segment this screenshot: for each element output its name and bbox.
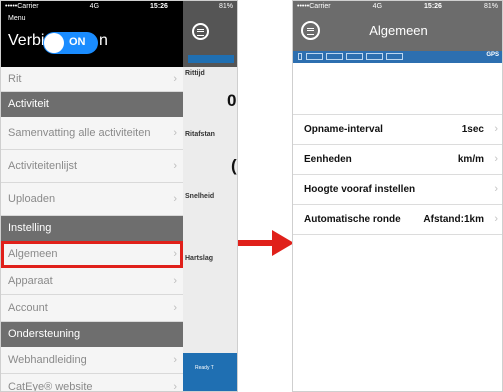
chevron-right-icon: › (494, 183, 498, 195)
clock: 15:26 (150, 3, 168, 10)
menu-item-rit[interactable]: Rit › (1, 67, 183, 92)
menu-section-instelling: Instelling (1, 216, 183, 241)
network-label: 4G (372, 3, 383, 10)
menu-item-label: Ondersteuning (8, 328, 81, 340)
setting-row-opname-interval[interactable]: Opname-interval 1sec › (293, 115, 502, 145)
setting-row-hoogte-vooraf-instellen[interactable]: Hoogte vooraf instellen › (293, 175, 502, 205)
chevron-right-icon: › (494, 153, 498, 165)
bluetooth-icon (298, 53, 302, 60)
carrier-label: •••••Carrier (297, 3, 331, 10)
chevron-right-icon: › (173, 160, 177, 172)
menu-item-label: Algemeen (8, 248, 58, 260)
gps-label: GPS (486, 52, 499, 58)
status-bar: •••••Carrier 4G 15:26 81% (1, 1, 237, 12)
status-bar: •••••Carrier 4G 15:26 81% (293, 1, 502, 12)
menu-item-label: Instelling (8, 222, 52, 234)
page-title: Algemeen (369, 23, 428, 38)
menu-item-label: Account (8, 302, 48, 314)
clock: 15:26 (424, 3, 442, 10)
verbinding-label-tail: n (99, 32, 108, 49)
menu-section-ondersteuning: Ondersteuning (1, 322, 183, 347)
sensor-strip: GPS (293, 51, 502, 63)
sensor-chip-icon (326, 53, 343, 60)
sensor-chip-icon (386, 53, 403, 60)
chevron-right-icon: › (173, 73, 177, 85)
dashboard-background: Rittijd 0: Ritafstan ( Snelheid Hartslag… (183, 1, 237, 391)
battery-label: 81% (218, 3, 233, 10)
setting-row-automatische-ronde[interactable]: Automatische ronde Afstand:1km › (293, 205, 502, 235)
setting-label: Opname-interval (304, 124, 383, 135)
ready-banner: Ready T (183, 353, 237, 391)
chevron-right-icon: › (173, 248, 177, 260)
sensor-chip-icon (366, 53, 383, 60)
dashboard-label: Hartslag (185, 255, 214, 262)
menu-title: Menu (8, 15, 26, 22)
dashboard-label: Rittijd (185, 70, 205, 77)
chevron-right-icon: › (173, 381, 177, 392)
menu-item-samenvatting-alle-activiteiten[interactable]: Samenvatting alle activiteiten › (1, 117, 183, 150)
menu-section-activiteit: Activiteit (1, 92, 183, 117)
chevron-right-icon: › (173, 302, 177, 314)
setting-value: Afstand:1km (423, 214, 484, 225)
verbinding-toggle[interactable]: ON (43, 32, 98, 54)
menu-item-label: Samenvatting alle activiteiten (8, 127, 151, 139)
chevron-right-icon: › (173, 354, 177, 366)
right-phone-screen: Algemeen GPS •••••Carrier 4G 15:26 81% O… (292, 0, 503, 392)
menu-item-account[interactable]: Account › (1, 295, 183, 322)
menu-item-label: CatEye® website (8, 381, 93, 392)
dashboard-menu-icon (192, 23, 209, 40)
settings-list: Opname-interval 1sec › Eenheden km/m › Hoogte … (293, 114, 502, 235)
dashboard-value: 0: (227, 91, 237, 110)
menu-item-label: Apparaat (8, 275, 53, 287)
menu-item-cateye-website[interactable]: CatEye® website › (1, 374, 183, 392)
toggle-state-text: ON (69, 36, 86, 48)
menu-item-label: Webhandleiding (8, 354, 87, 366)
sensor-chip-icon (346, 53, 363, 60)
menu-item-uploaden[interactable]: Uploaden › (1, 183, 183, 216)
chevron-right-icon: › (494, 123, 498, 135)
toggle-knob (44, 33, 64, 53)
dashboard-value: ( (231, 156, 237, 175)
setting-value: 1sec (461, 124, 484, 135)
menu-item-apparaat[interactable]: Apparaat › (1, 268, 183, 295)
setting-label: Automatische ronde (304, 214, 401, 225)
setting-label: Eenheden (304, 154, 352, 165)
dashboard-label: Snelheid (185, 193, 215, 200)
menu-item-label: Rit (8, 73, 22, 85)
chevron-right-icon: › (173, 193, 177, 205)
battery-label: 81% (483, 3, 498, 10)
menu-list: Rit › Activiteit Samenvatting alle activite… (1, 67, 183, 392)
menu-item-label: Activiteitenlijst (8, 160, 78, 172)
chevron-right-icon: › (494, 213, 498, 225)
dashboard-label: Ritafstan (185, 131, 215, 138)
setting-label: Hoogte vooraf instellen (304, 184, 416, 195)
carrier-label: •••••Carrier (5, 3, 39, 10)
chevron-right-icon: › (173, 275, 177, 287)
chevron-right-icon: › (173, 127, 177, 139)
menu-item-label: Uploaden (8, 193, 56, 205)
network-label: 4G (89, 3, 100, 10)
setting-row-eenheden[interactable]: Eenheden km/m › (293, 145, 502, 175)
dashboard-sensor-strip (188, 55, 234, 63)
red-arrow-icon (238, 230, 294, 256)
menu-item-activiteitenlijst[interactable]: Activiteitenlijst › (1, 150, 183, 183)
sensor-chip-icon (306, 53, 323, 60)
menu-item-label: Activiteit (8, 98, 49, 110)
menu-item-webhandleiding[interactable]: Webhandleiding › (1, 347, 183, 374)
menu-item-algemeen[interactable]: Algemeen › (1, 241, 183, 268)
left-phone-screen: Rittijd 0: Ritafstan ( Snelheid Hartslag… (0, 0, 238, 392)
setting-value: km/m (457, 154, 484, 165)
